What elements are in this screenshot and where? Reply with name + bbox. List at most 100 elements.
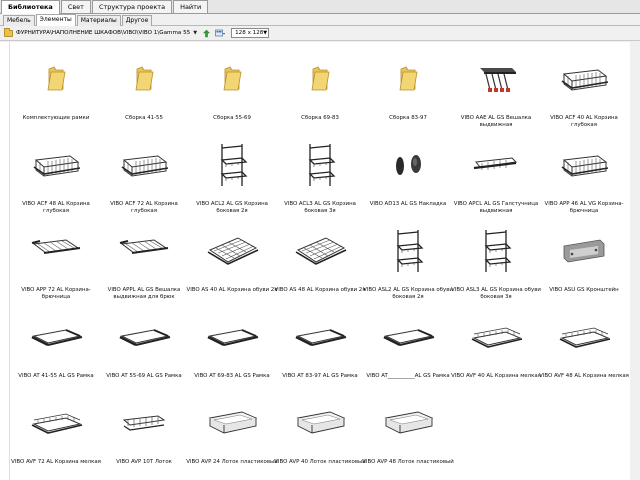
elements-grid: Комплектующие рамки Сборка 41-55 Сборка 55…: [10, 42, 630, 480]
shallow-basket-icon: [26, 398, 86, 448]
grid-item[interactable]: Комплектующие рамки: [10, 42, 102, 128]
folder-icon: [114, 54, 174, 104]
plastic-tray-icon: [290, 398, 350, 448]
grid-item[interactable]: Сборка 83-97: [362, 42, 454, 128]
grid-item[interactable]: VIBO AVP 40 Лоток пластиковый: [274, 386, 366, 472]
tab-materials[interactable]: Материалы: [76, 15, 121, 26]
side-rack-icon: [466, 226, 526, 276]
grid-item[interactable]: Сборка 69-83: [274, 42, 366, 128]
path-breadcrumb[interactable]: ФУРНИТУРА\НАПОЛНЕНИЕ ШКАФОВ\VIBO\VIBO 1\…: [16, 30, 190, 36]
grid-item[interactable]: VIBO AVP 48 Лоток пластиковый: [362, 386, 454, 472]
hanger-icon: [466, 54, 526, 104]
thumbnail-size-select[interactable]: 128 x 128 ▼: [231, 28, 270, 38]
grid-item-label: VIBO AT 69-83 AL GS Рамка: [194, 373, 270, 379]
path-dropdown-arrow[interactable]: ▼: [193, 30, 197, 36]
grid-item-label: VIBO APCL AL GS Галстучница выдвижная: [453, 201, 539, 214]
tab-library[interactable]: Библиотека: [1, 0, 60, 14]
grid-item-label: VIBO APPL AL GS Вешалка выдвижная для бр…: [107, 287, 181, 300]
grid-item[interactable]: VIBO AVF 40 AL Корзина мелкая: [450, 300, 542, 386]
grid-item[interactable]: VIBO ACL2 AL GS Корзина боковая 2я: [186, 128, 278, 214]
grid-item-label: Комплектующие рамки: [22, 115, 90, 121]
side-rack-icon: [202, 140, 262, 190]
frame-icon: [202, 312, 262, 362]
grid-item[interactable]: VIBO ACL3 AL GS Корзина боковая 3я: [274, 128, 366, 214]
shoe-rack-icon: [202, 226, 262, 276]
tab-furniture[interactable]: Мебель: [3, 15, 35, 26]
grid-item[interactable]: VIBO AAE AL GS Вешалка выдвижная: [450, 42, 542, 128]
grid-item[interactable]: VIBO AVP 24 Лоток пластиковый: [186, 386, 278, 472]
thumbnail-size-value: 128 x 128: [235, 30, 264, 36]
grid-item[interactable]: VIBO ASL2 AL GS Корзина обуви боковая 2я: [362, 214, 454, 300]
sub-tab-bar: Мебель Элементы Материалы Другое: [0, 14, 640, 26]
grid-item-label: VIBO AT__________AL GS Рамка: [366, 373, 450, 379]
grid-item[interactable]: VIBO AVP 10T Лоток: [98, 386, 190, 472]
grid-item[interactable]: VIBO AS 40 AL Корзина обуви 2я: [186, 214, 278, 300]
grid-item[interactable]: VIBO ASL3 AL GS Корзина обуви боковая 3я: [450, 214, 542, 300]
folder-icon: [378, 54, 438, 104]
folder-icon: [26, 54, 86, 104]
view-mode-icon[interactable]: [215, 28, 226, 38]
grid-item[interactable]: VIBO APCL AL GS Галстучница выдвижная: [450, 128, 542, 214]
library-window: Библиотека Свет Структура проекта Найти …: [0, 0, 640, 480]
grid-item[interactable]: VIBO ACF 48 AL Корзина глубокая: [10, 128, 102, 214]
grid-item[interactable]: VIBO APP 72 AL Корзина-брючница: [10, 214, 102, 300]
folder-icon: [4, 27, 13, 37]
grid-item-label: VIBO AT 83-97 AL GS Рамка: [282, 373, 358, 379]
side-rack-icon: [378, 226, 438, 276]
chevron-down-icon: ▼: [263, 30, 268, 36]
basket-icon: [554, 54, 614, 104]
folder-icon: [202, 54, 262, 104]
top-tab-bar: Библиотека Свет Структура проекта Найти: [0, 0, 640, 14]
grid-item-label: VIBO AT 41-55 AL GS Рамка: [18, 373, 94, 379]
grid-item[interactable]: VIBO AT__________AL GS Рамка: [362, 300, 454, 386]
plastic-tray-icon: [202, 398, 262, 448]
grid-item-label: VIBO ACL2 AL GS Корзина боковая 2я: [196, 201, 268, 214]
grid-item-label: VIBO AVP 40 Лоток пластиковый: [274, 459, 366, 465]
grid-item[interactable]: VIBO APP 46 AL VG Корзина-брючница: [538, 128, 630, 214]
grid-item[interactable]: VIBO AD13 AL GS Накладка: [362, 128, 454, 214]
basket-icon: [554, 140, 614, 190]
grid-item[interactable]: Сборка 41-55: [98, 42, 190, 128]
grid-item-label: VIBO AVF 48 AL Корзина мелкая: [539, 373, 629, 379]
left-splitter[interactable]: [0, 42, 10, 480]
grid-item-label: VIBO AVP 48 Лоток пластиковый: [362, 459, 454, 465]
side-rack-icon: [290, 140, 350, 190]
tab-project-structure[interactable]: Структура проекта: [91, 0, 173, 13]
grid-item-label: VIBO ACF 72 AL Корзина глубокая: [110, 201, 178, 214]
grid-item[interactable]: VIBO APPL AL GS Вешалка выдвижная для бр…: [98, 214, 190, 300]
frame-icon: [114, 312, 174, 362]
grid-item[interactable]: VIBO AT 69-83 AL GS Рамка: [186, 300, 278, 386]
grid-item-label: VIBO AVP 10T Лоток: [116, 459, 172, 465]
frame-icon: [378, 312, 438, 362]
tab-elements[interactable]: Элементы: [35, 14, 76, 26]
grid-item[interactable]: VIBO AT 41-55 AL GS Рамка: [10, 300, 102, 386]
grid-item[interactable]: VIBO AVF 72 AL Корзина мелкая: [10, 386, 102, 472]
frame-icon: [290, 312, 350, 362]
grid-item[interactable]: VIBO AT 83-97 AL GS Рамка: [274, 300, 366, 386]
grid-item-label: VIBO ACL3 AL GS Корзина боковая 3я: [284, 201, 356, 214]
bracket-icon: [554, 226, 614, 276]
cover-icon: [378, 140, 438, 190]
path-toolbar: ФУРНИТУРА\НАПОЛНЕНИЕ ШКАФОВ\VIBO\VIBO 1\…: [0, 26, 640, 41]
grid-item-label: VIBO APP 72 AL Корзина-брючница: [21, 287, 91, 300]
tab-other[interactable]: Другое: [121, 15, 153, 26]
grid-item-label: VIBO AS 40 AL Корзина обуви 2я: [186, 287, 278, 293]
grid-item-label: VIBO ACF 48 AL Корзина глубокая: [22, 201, 90, 214]
grid-item[interactable]: Сборка 55-69: [186, 42, 278, 128]
grid-item[interactable]: VIBO AT 55-69 AL GS Рамка: [98, 300, 190, 386]
grid-item-label: VIBO AVP 24 Лоток пластиковый: [186, 459, 278, 465]
refresh-icon[interactable]: [201, 28, 211, 38]
tab-find[interactable]: Найти: [173, 0, 209, 13]
grid-item[interactable]: VIBO AVF 48 AL Корзина мелкая: [538, 300, 630, 386]
shoe-rack-icon: [290, 226, 350, 276]
grid-item-label: VIBO AVF 40 AL Корзина мелкая: [451, 373, 541, 379]
grid-item[interactable]: VIBO AS 48 AL Корзина обуви 2я: [274, 214, 366, 300]
grid-item[interactable]: VIBO ACF 40 AL Корзина глубокая: [538, 42, 630, 128]
grid-item-label: VIBO AAE AL GS Вешалка выдвижная: [460, 115, 532, 128]
shallow-basket-icon: [554, 312, 614, 362]
tab-light[interactable]: Свет: [60, 0, 91, 13]
pants-rack-icon: [114, 226, 174, 276]
pants-rack-icon: [26, 226, 86, 276]
grid-item[interactable]: VIBO ACF 72 AL Корзина глубокая: [98, 128, 190, 214]
grid-item[interactable]: VIBO ASU GS Кронштейн: [538, 214, 630, 300]
